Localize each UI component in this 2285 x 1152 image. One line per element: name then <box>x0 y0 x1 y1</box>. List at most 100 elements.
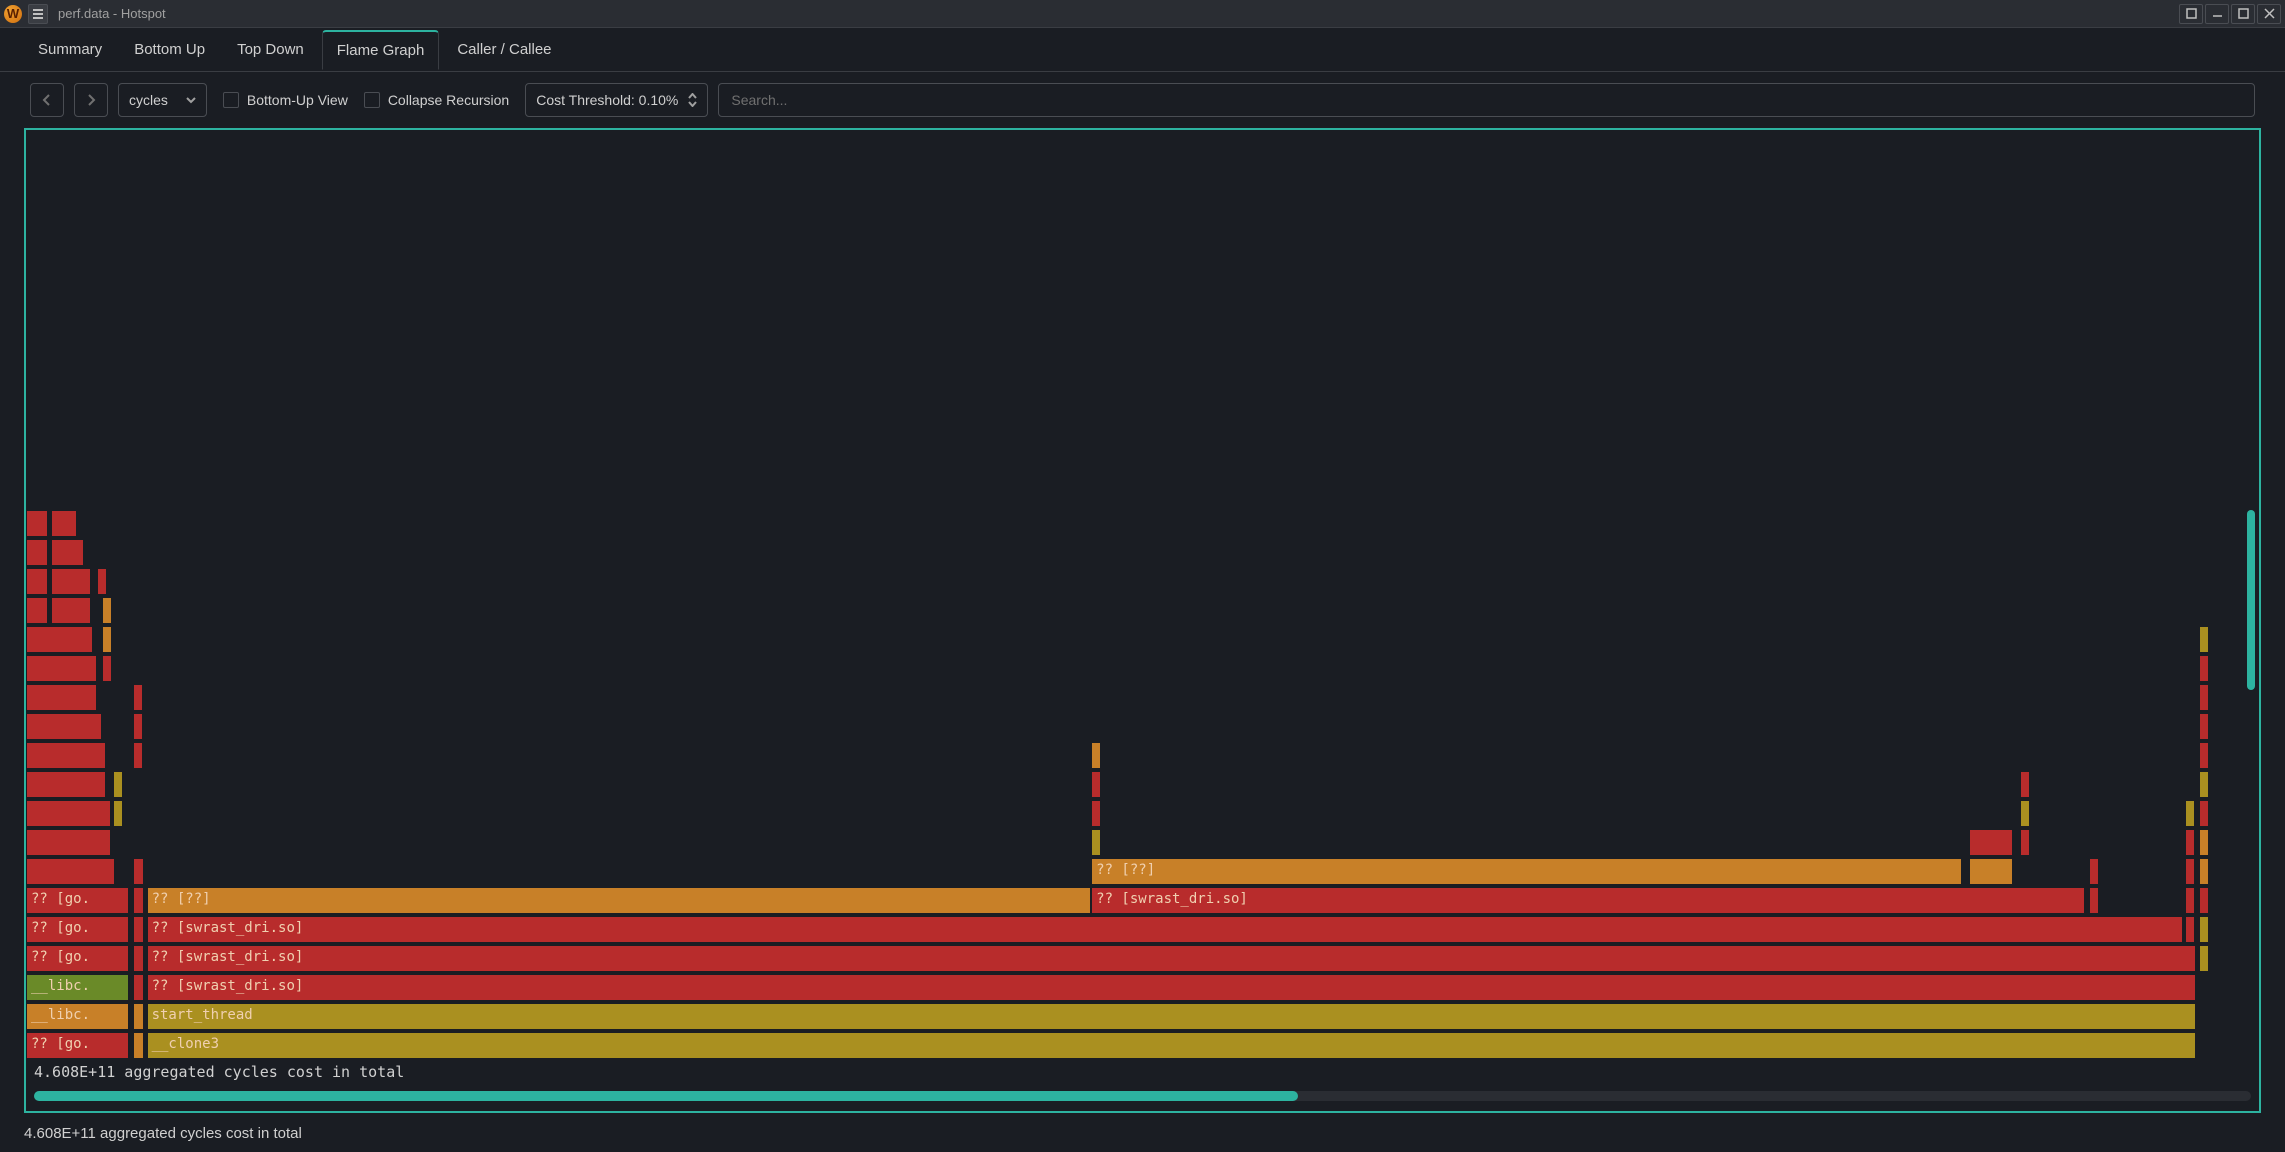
flame-frame[interactable] <box>133 1032 144 1059</box>
maximize-button[interactable] <box>2231 4 2255 24</box>
vertical-scrollbar-thumb[interactable] <box>2247 510 2255 690</box>
flame-frame[interactable] <box>133 858 144 885</box>
flame-frame[interactable] <box>51 539 84 566</box>
flame-frame[interactable] <box>26 858 115 885</box>
bottom-up-checkbox[interactable] <box>223 92 239 108</box>
flame-frame[interactable] <box>51 510 78 537</box>
nav-forward-button[interactable] <box>74 83 108 117</box>
flame-frame[interactable] <box>133 684 143 711</box>
nav-back-button[interactable] <box>30 83 64 117</box>
horizontal-scrollbar-thumb[interactable] <box>34 1091 1298 1101</box>
collapse-recursion-label[interactable]: Collapse Recursion <box>388 92 509 108</box>
flame-frame[interactable]: ?? [??] <box>147 887 1092 914</box>
flame-frame[interactable] <box>2089 887 2099 914</box>
flame-frame[interactable] <box>102 626 112 653</box>
flame-frame[interactable] <box>97 568 107 595</box>
flame-frame[interactable] <box>1091 742 1101 769</box>
flame-frame[interactable] <box>2199 829 2209 856</box>
flame-frame[interactable] <box>133 974 144 1001</box>
flame-frame[interactable] <box>2020 829 2030 856</box>
flame-frame[interactable]: ?? [go. <box>26 916 129 943</box>
flame-frame[interactable]: ?? [swrast_dri.so] <box>1091 887 2085 914</box>
flame-frame[interactable] <box>2199 945 2209 972</box>
flame-frame[interactable] <box>102 597 112 624</box>
flame-frame[interactable] <box>2199 887 2209 914</box>
flame-frame[interactable] <box>2199 713 2209 740</box>
flame-frame[interactable] <box>26 800 111 827</box>
flame-frame[interactable] <box>2185 887 2195 914</box>
flame-frame[interactable] <box>2089 858 2099 885</box>
flame-frame[interactable] <box>2185 916 2195 943</box>
flame-frame[interactable] <box>2199 916 2209 943</box>
flame-frame[interactable] <box>26 742 106 769</box>
flame-frame[interactable]: start_thread <box>147 1003 2197 1030</box>
flame-frame[interactable] <box>26 597 48 624</box>
search-input[interactable] <box>718 83 2255 117</box>
flame-frame[interactable]: ?? [go. <box>26 1032 129 1059</box>
flame-frame[interactable] <box>26 568 48 595</box>
dock-button[interactable] <box>2179 4 2203 24</box>
flame-frame[interactable]: ?? [swrast_dri.so] <box>147 945 2197 972</box>
flame-frame[interactable] <box>2185 858 2195 885</box>
flame-frame[interactable] <box>1969 858 2014 885</box>
flame-frame[interactable] <box>133 742 143 769</box>
flame-frame[interactable]: ?? [swrast_dri.so] <box>147 974 2197 1001</box>
flame-frame[interactable] <box>2199 684 2209 711</box>
flame-frame[interactable] <box>26 713 102 740</box>
flame-frame[interactable] <box>26 771 106 798</box>
flame-frame[interactable] <box>2199 626 2209 653</box>
flame-frame[interactable] <box>2185 829 2195 856</box>
flame-frame[interactable] <box>26 539 48 566</box>
flame-frame[interactable] <box>1091 829 1101 856</box>
tab-caller-callee[interactable]: Caller / Callee <box>443 31 565 68</box>
flame-frame[interactable]: __clone3 <box>147 1032 2197 1059</box>
flame-frame[interactable] <box>1969 829 2014 856</box>
flame-frame[interactable]: __libc. <box>26 974 129 1001</box>
flame-frame[interactable]: __libc. <box>26 1003 129 1030</box>
event-type-combo[interactable]: cycles <box>118 83 207 117</box>
chevron-up-icon[interactable] <box>688 93 697 99</box>
tab-flame-graph[interactable]: Flame Graph <box>322 30 440 70</box>
flame-frame[interactable] <box>26 684 97 711</box>
chevron-down-icon[interactable] <box>688 101 697 107</box>
flamegraph-canvas[interactable]: ?? [go. __clone3 __libc. start_thread __libc… <box>26 130 2259 1059</box>
flame-frame[interactable] <box>2199 858 2209 885</box>
flame-frame[interactable] <box>2185 800 2195 827</box>
flame-frame[interactable] <box>51 568 91 595</box>
flame-frame[interactable] <box>113 800 123 827</box>
flame-frame[interactable] <box>2020 771 2030 798</box>
flame-frame[interactable] <box>26 510 48 537</box>
flame-frame[interactable] <box>26 655 97 682</box>
flame-frame[interactable] <box>133 945 144 972</box>
flame-frame[interactable] <box>2199 771 2209 798</box>
flame-frame[interactable]: ?? [??] <box>1091 858 1962 885</box>
flame-frame[interactable] <box>113 771 123 798</box>
horizontal-scrollbar[interactable] <box>34 1091 2251 1101</box>
flame-frame[interactable]: ?? [go. <box>26 945 129 972</box>
flame-frame[interactable] <box>1091 771 1101 798</box>
flame-frame[interactable] <box>2199 655 2209 682</box>
tab-summary[interactable]: Summary <box>24 31 116 68</box>
collapse-recursion-checkbox[interactable] <box>364 92 380 108</box>
flame-frame[interactable] <box>133 713 143 740</box>
flame-frame[interactable] <box>51 597 91 624</box>
hamburger-menu-button[interactable] <box>28 4 48 24</box>
flame-frame[interactable] <box>26 626 93 653</box>
cost-threshold-spinner[interactable]: Cost Threshold: 0.10% <box>525 83 708 117</box>
close-button[interactable] <box>2257 4 2281 24</box>
flame-frame[interactable] <box>1091 800 1101 827</box>
flame-frame[interactable] <box>133 916 144 943</box>
flame-frame[interactable] <box>133 887 144 914</box>
flame-frame[interactable]: ?? [go. <box>26 887 129 914</box>
flame-frame[interactable] <box>26 829 111 856</box>
flame-frame[interactable] <box>2199 800 2209 827</box>
flame-frame[interactable] <box>2020 800 2030 827</box>
flame-frame[interactable]: ?? [swrast_dri.so] <box>147 916 2183 943</box>
flame-frame[interactable] <box>133 1003 144 1030</box>
flame-frame[interactable] <box>102 655 112 682</box>
tab-bottom-up[interactable]: Bottom Up <box>120 31 219 68</box>
flame-frame[interactable] <box>2199 742 2209 769</box>
minimize-button[interactable] <box>2205 4 2229 24</box>
tab-top-down[interactable]: Top Down <box>223 31 318 68</box>
bottom-up-label[interactable]: Bottom-Up View <box>247 92 348 108</box>
